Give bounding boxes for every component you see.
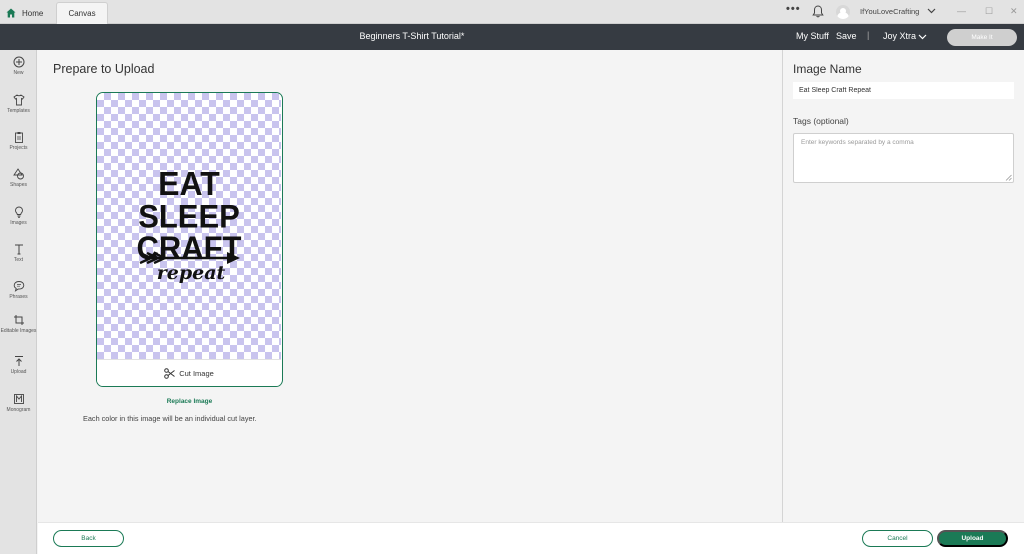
replace-image-link[interactable]: Replace Image — [96, 398, 283, 405]
machine-selector[interactable]: Joy Xtra — [883, 31, 916, 41]
window-close-button[interactable]: ✕ — [1010, 6, 1018, 17]
plus-circle-icon — [13, 56, 24, 68]
save-link[interactable]: Save — [836, 31, 857, 41]
sidebar-item-label: Templates — [7, 108, 30, 114]
tab-canvas-label: Canvas — [68, 9, 96, 18]
cancel-button[interactable]: Cancel — [862, 530, 933, 547]
design-line: repeat — [157, 262, 226, 284]
sidebar-item-projects[interactable]: Projects — [0, 131, 37, 151]
sidebar-item-phrases[interactable]: Phrases — [0, 280, 37, 300]
shapes-icon — [12, 168, 24, 180]
sidebar-item-label: Monogram — [6, 407, 31, 413]
sidebar-item-label: Upload — [10, 369, 27, 375]
tags-label: Tags (optional) — [793, 116, 849, 126]
image-details-panel: Image Name Tags (optional) — [782, 50, 1024, 522]
resize-grip-icon[interactable] — [1005, 174, 1012, 181]
project-header: Beginners T-Shirt Tutorial* My Stuff Sav… — [0, 24, 1024, 50]
image-preview-card: EAT SLEEP CRAFT repeat Cut Image — [96, 92, 283, 387]
upload-workspace: Prepare to Upload EAT SLEEP CRAFT repeat… — [38, 50, 782, 522]
sidebar-item-upload[interactable]: Upload — [0, 355, 37, 375]
sidebar-item-label: Images — [10, 220, 27, 226]
sidebar-item-editable-images[interactable]: Editable Images — [0, 314, 37, 334]
home-icon — [6, 8, 16, 18]
speech-bubble-icon — [13, 281, 24, 292]
image-name-input[interactable] — [793, 82, 1014, 99]
tab-canvas[interactable]: Canvas — [56, 2, 108, 24]
clipboard-icon — [14, 132, 23, 143]
make-it-button[interactable]: Make It — [947, 29, 1017, 46]
sidebar-item-label: Shapes — [10, 182, 27, 188]
sidebar-item-label: Projects — [9, 145, 28, 151]
upload-icon — [14, 356, 23, 366]
sidebar-item-shapes[interactable]: Shapes — [0, 168, 37, 188]
back-button[interactable]: Back — [53, 530, 124, 547]
my-stuff-link[interactable]: My Stuff — [796, 31, 829, 41]
project-title: Beginners T-Shirt Tutorial* — [359, 31, 465, 41]
cut-image-option[interactable]: Cut Image — [97, 359, 281, 386]
lightbulb-icon — [14, 206, 23, 218]
window-minimize-button[interactable]: — — [957, 6, 966, 16]
upload-button[interactable]: Upload — [937, 530, 1008, 547]
left-sidebar: New Templates Projects Shapes Images Tex… — [0, 50, 37, 554]
design-line: EAT — [158, 164, 220, 202]
sidebar-item-label: Editable Images — [0, 328, 37, 334]
sidebar-item-monogram[interactable]: Monogram — [0, 393, 37, 413]
avatar[interactable] — [836, 5, 850, 19]
tab-home[interactable]: Home — [6, 2, 54, 24]
sidebar-item-label: Text — [13, 257, 24, 263]
window-maximize-button[interactable]: ☐ — [985, 6, 993, 17]
footer-bar: Back Cancel Upload — [38, 522, 1024, 554]
scissors-icon — [164, 367, 175, 379]
text-icon — [14, 244, 23, 255]
tab-home-label: Home — [22, 8, 44, 18]
notifications-bell-icon[interactable] — [812, 5, 824, 18]
sidebar-item-text[interactable]: Text — [0, 243, 37, 263]
page-title: Prepare to Upload — [53, 62, 155, 76]
sidebar-item-templates[interactable]: Templates — [0, 94, 37, 114]
header-divider: | — [867, 30, 870, 40]
more-options-button[interactable]: ••• — [786, 3, 801, 15]
uploaded-design-preview: EAT SLEEP CRAFT repeat — [137, 164, 243, 284]
sidebar-item-images[interactable]: Images — [0, 206, 37, 226]
cut-layer-info-text: Each color in this image will be an indi… — [83, 414, 257, 423]
sidebar-item-label: Phrases — [9, 294, 28, 300]
sidebar-item-new[interactable]: New — [0, 56, 37, 76]
crop-icon — [13, 315, 24, 325]
image-name-heading: Image Name — [793, 62, 862, 76]
sidebar-item-label: New — [13, 70, 24, 76]
tags-input[interactable] — [793, 133, 1014, 183]
chevron-down-icon[interactable] — [927, 6, 936, 15]
app-tab-bar: Home Canvas ••• IfYouLoveCrafting — ☐ ✕ — [0, 0, 1024, 24]
monogram-icon — [13, 394, 24, 404]
tshirt-icon — [12, 94, 25, 106]
chevron-down-icon[interactable] — [918, 32, 927, 41]
username-label[interactable]: IfYouLoveCrafting — [860, 7, 919, 16]
cut-image-label: Cut Image — [179, 368, 214, 378]
